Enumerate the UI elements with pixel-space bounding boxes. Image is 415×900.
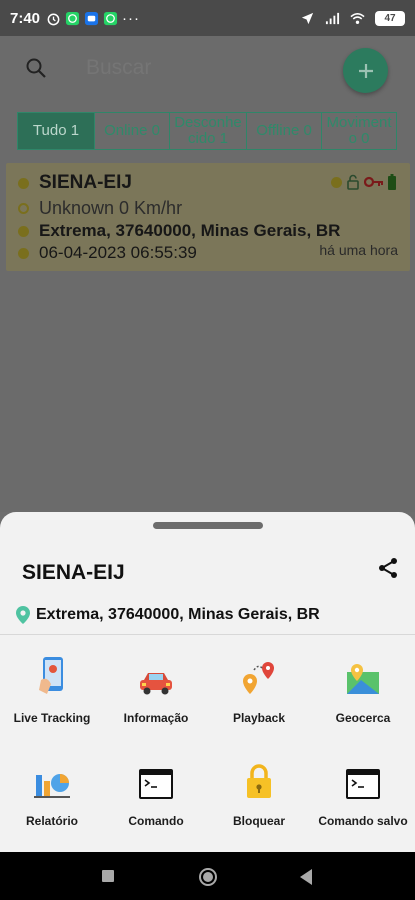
- search-input[interactable]: [86, 56, 286, 80]
- vehicle-list-item[interactable]: SIENA-EIJ Unknown 0 Km/hr Extrema, 37640…: [6, 163, 410, 271]
- sheet-divider: [0, 634, 415, 635]
- geofence-map-icon: [347, 664, 379, 694]
- geofence-label: Geocerca: [335, 711, 391, 725]
- filter-tabs: Tudo 1 Online 0 Desconhecido 1 Offline 0…: [17, 112, 397, 150]
- report-button[interactable]: Relatório: [0, 743, 104, 838]
- live-tracking-icon: [39, 657, 63, 694]
- search-icon[interactable]: [24, 56, 48, 80]
- alarm-icon: [47, 13, 60, 25]
- playback-route-icon: [243, 662, 274, 694]
- saved-terminal-icon: [346, 769, 380, 799]
- info-button[interactable]: Informação: [104, 640, 208, 735]
- lock-label: Bloquear: [232, 814, 285, 828]
- search-bar: [0, 36, 415, 106]
- whatsapp-business-icon: [103, 11, 118, 25]
- vehicle-status-icons: [331, 174, 396, 190]
- more-notifications-icon: ···: [122, 9, 141, 27]
- plus-icon: [358, 63, 373, 78]
- wifi-icon: [350, 12, 365, 24]
- tab-all[interactable]: Tudo 1: [18, 113, 95, 149]
- vehicle-datetime: 06-04-2023 06:55:39: [39, 243, 197, 262]
- location-arrow-icon: [301, 12, 314, 24]
- terminal-icon: [139, 769, 173, 799]
- live-tracking-button[interactable]: Live Tracking: [0, 640, 104, 735]
- signal-icon: [325, 12, 340, 24]
- messages-icon: [84, 11, 99, 25]
- whatsapp-icon: [65, 11, 80, 25]
- live-tracking-label: Live Tracking: [13, 711, 91, 725]
- share-icon[interactable]: [376, 556, 400, 580]
- tab-moving[interactable]: Movimento 0: [322, 113, 396, 149]
- battery-status-icon: [388, 174, 396, 190]
- command-label: Comando: [128, 814, 184, 828]
- sheet-drag-handle[interactable]: [153, 522, 263, 529]
- unlock-icon: [347, 174, 359, 190]
- status-dot-icon: [18, 177, 29, 189]
- tab-online[interactable]: Online 0: [95, 113, 170, 149]
- command-button[interactable]: Comando: [104, 743, 208, 838]
- gps-status-icon: [331, 176, 342, 188]
- system-nav-bar: [0, 852, 415, 900]
- battery-icon: 47: [375, 10, 405, 26]
- vehicle-actions-sheet: SIENA-EIJ Extrema, 37640000, Minas Gerai…: [0, 512, 415, 852]
- location-pin-icon: [16, 606, 30, 624]
- sheet-address: Extrema, 37640000, Minas Gerais, BR: [36, 606, 320, 623]
- home-icon[interactable]: [198, 867, 218, 887]
- saved-command-button[interactable]: Comando salvo: [311, 743, 415, 838]
- info-label: Informação: [123, 711, 189, 725]
- vehicle-name: SIENA-EIJ: [39, 172, 132, 193]
- sheet-vehicle-name: SIENA-EIJ: [22, 561, 125, 584]
- report-chart-icon: [34, 774, 70, 798]
- time-dot-icon: [18, 247, 29, 259]
- location-dot-icon: [18, 225, 29, 237]
- tab-unknown[interactable]: Desconhecido 1: [170, 113, 247, 149]
- status-bar: 7:40 ··· 47: [0, 0, 415, 36]
- main-content: Tudo 1 Online 0 Desconhecido 1 Offline 0…: [0, 36, 415, 512]
- playback-button[interactable]: Playback: [207, 640, 311, 735]
- vehicle-speed: Unknown 0 Km/hr: [39, 198, 183, 218]
- geofence-button[interactable]: Geocerca: [311, 640, 415, 735]
- saved-command-label: Comando salvo: [318, 814, 408, 828]
- tab-offline[interactable]: Offline 0: [247, 113, 322, 149]
- status-time: 7:40: [10, 9, 41, 27]
- padlock-icon: [247, 764, 271, 798]
- recents-icon[interactable]: [101, 869, 115, 883]
- back-icon[interactable]: [298, 868, 314, 886]
- report-label: Relatório: [25, 814, 78, 828]
- speed-dot-icon: [18, 203, 29, 214]
- car-info-icon: [140, 673, 172, 695]
- add-vehicle-button[interactable]: [343, 48, 388, 93]
- playback-label: Playback: [232, 711, 286, 725]
- vehicle-address: Extrema, 37640000, Minas Gerais, BR: [39, 221, 341, 240]
- vehicle-last-update: há uma hora: [319, 242, 398, 258]
- lock-button[interactable]: Bloquear: [207, 743, 311, 838]
- ignition-key-icon: [364, 176, 383, 188]
- sheet-address-row: Extrema, 37640000, Minas Gerais, BR: [16, 606, 320, 624]
